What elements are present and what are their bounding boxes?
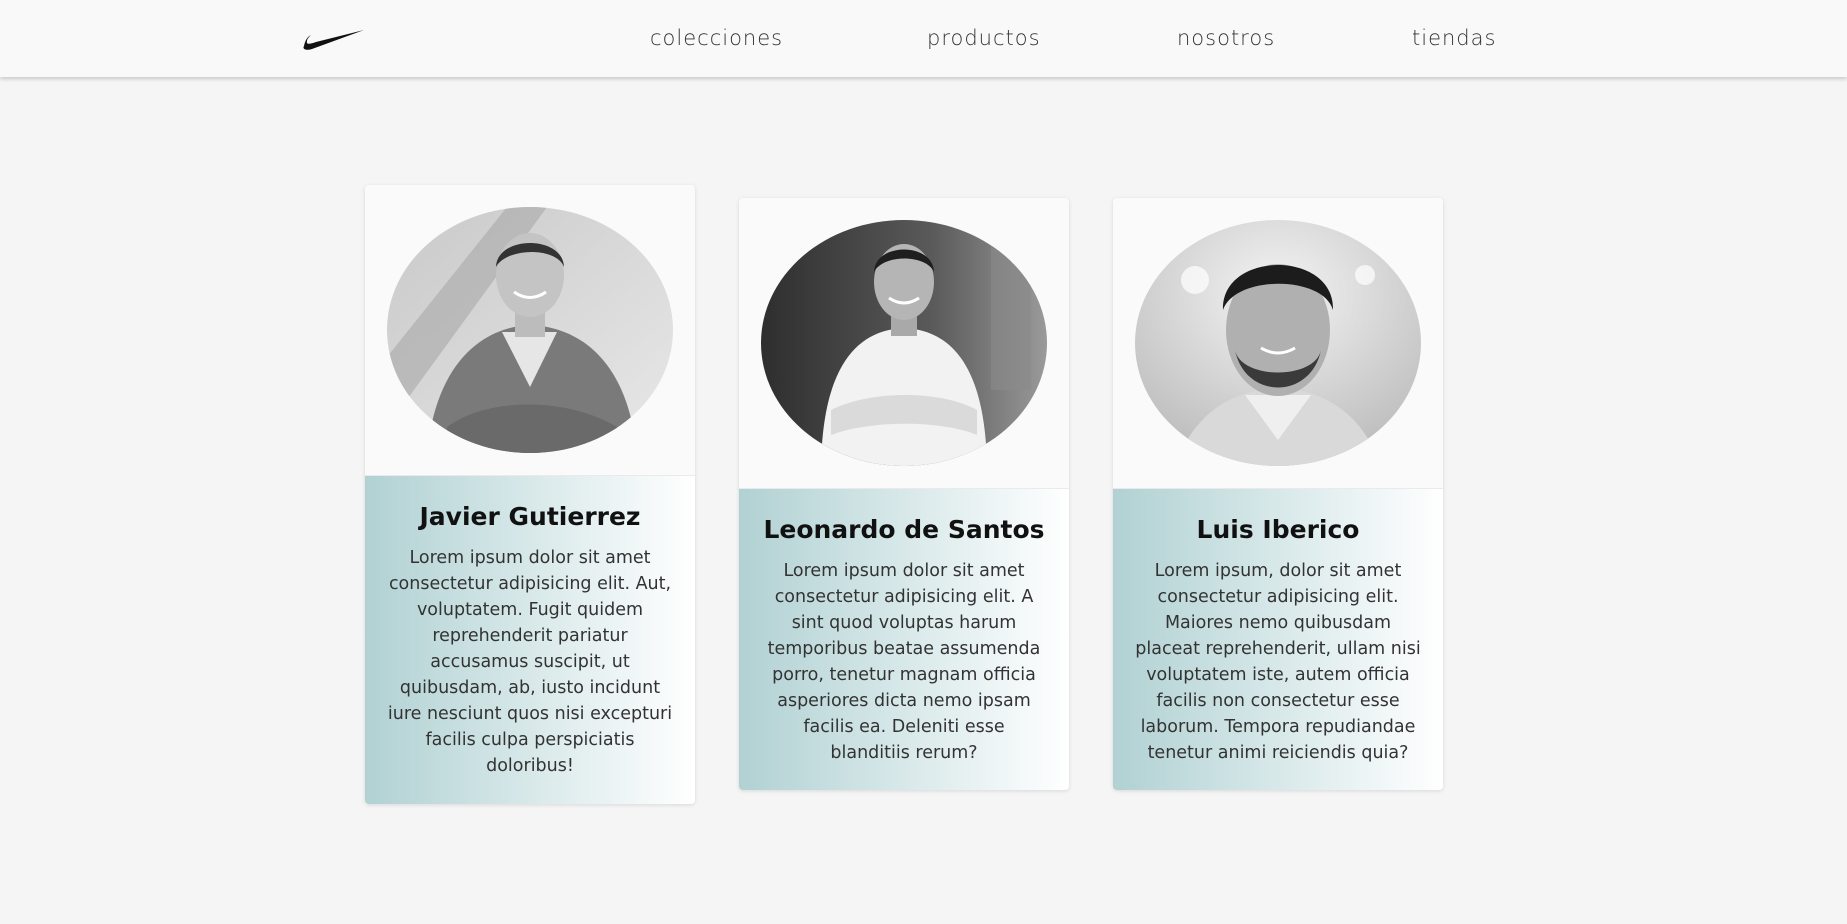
team-member-bio: Lorem ipsum, dolor sit amet consectetur …: [1135, 561, 1421, 763]
team-card: Luis Iberico Lorem ipsum, dolor sit amet…: [1113, 198, 1443, 790]
avatar: [387, 207, 673, 453]
team-member-name: Javier Gutierrez: [419, 502, 641, 531]
team-card: Leonardo de Santos Lorem ipsum dolor sit…: [739, 198, 1069, 790]
team-member-bio: Lorem ipsum dolor sit amet consectetur a…: [767, 561, 1041, 763]
nav-link-nosotros[interactable]: nosotros: [1177, 26, 1275, 50]
team-card-photo-area: [365, 185, 695, 476]
nav-link-colecciones[interactable]: colecciones: [650, 26, 783, 50]
main-nav: colecciones productos nosotros tiendas: [0, 26, 1847, 56]
team-member-name: Leonardo de Santos: [763, 515, 1045, 544]
team-card-body: Luis Iberico Lorem ipsum, dolor sit amet…: [1113, 489, 1443, 790]
avatar: [1135, 220, 1421, 466]
team-card: Javier Gutierrez Lorem ipsum dolor sit a…: [365, 185, 695, 804]
nav-link-productos[interactable]: productos: [927, 26, 1041, 50]
team-member-name: Luis Iberico: [1196, 515, 1360, 544]
team-card-body: Leonardo de Santos Lorem ipsum dolor sit…: [739, 489, 1069, 790]
top-navbar: colecciones productos nosotros tiendas: [0, 0, 1847, 77]
nav-link-tiendas[interactable]: tiendas: [1412, 26, 1496, 50]
team-card-photo-area: [1113, 198, 1443, 489]
team-card-body: Javier Gutierrez Lorem ipsum dolor sit a…: [365, 476, 695, 804]
team-card-photo-area: [739, 198, 1069, 489]
team-member-bio: Lorem ipsum dolor sit amet consectetur a…: [387, 548, 673, 776]
avatar: [761, 220, 1047, 466]
